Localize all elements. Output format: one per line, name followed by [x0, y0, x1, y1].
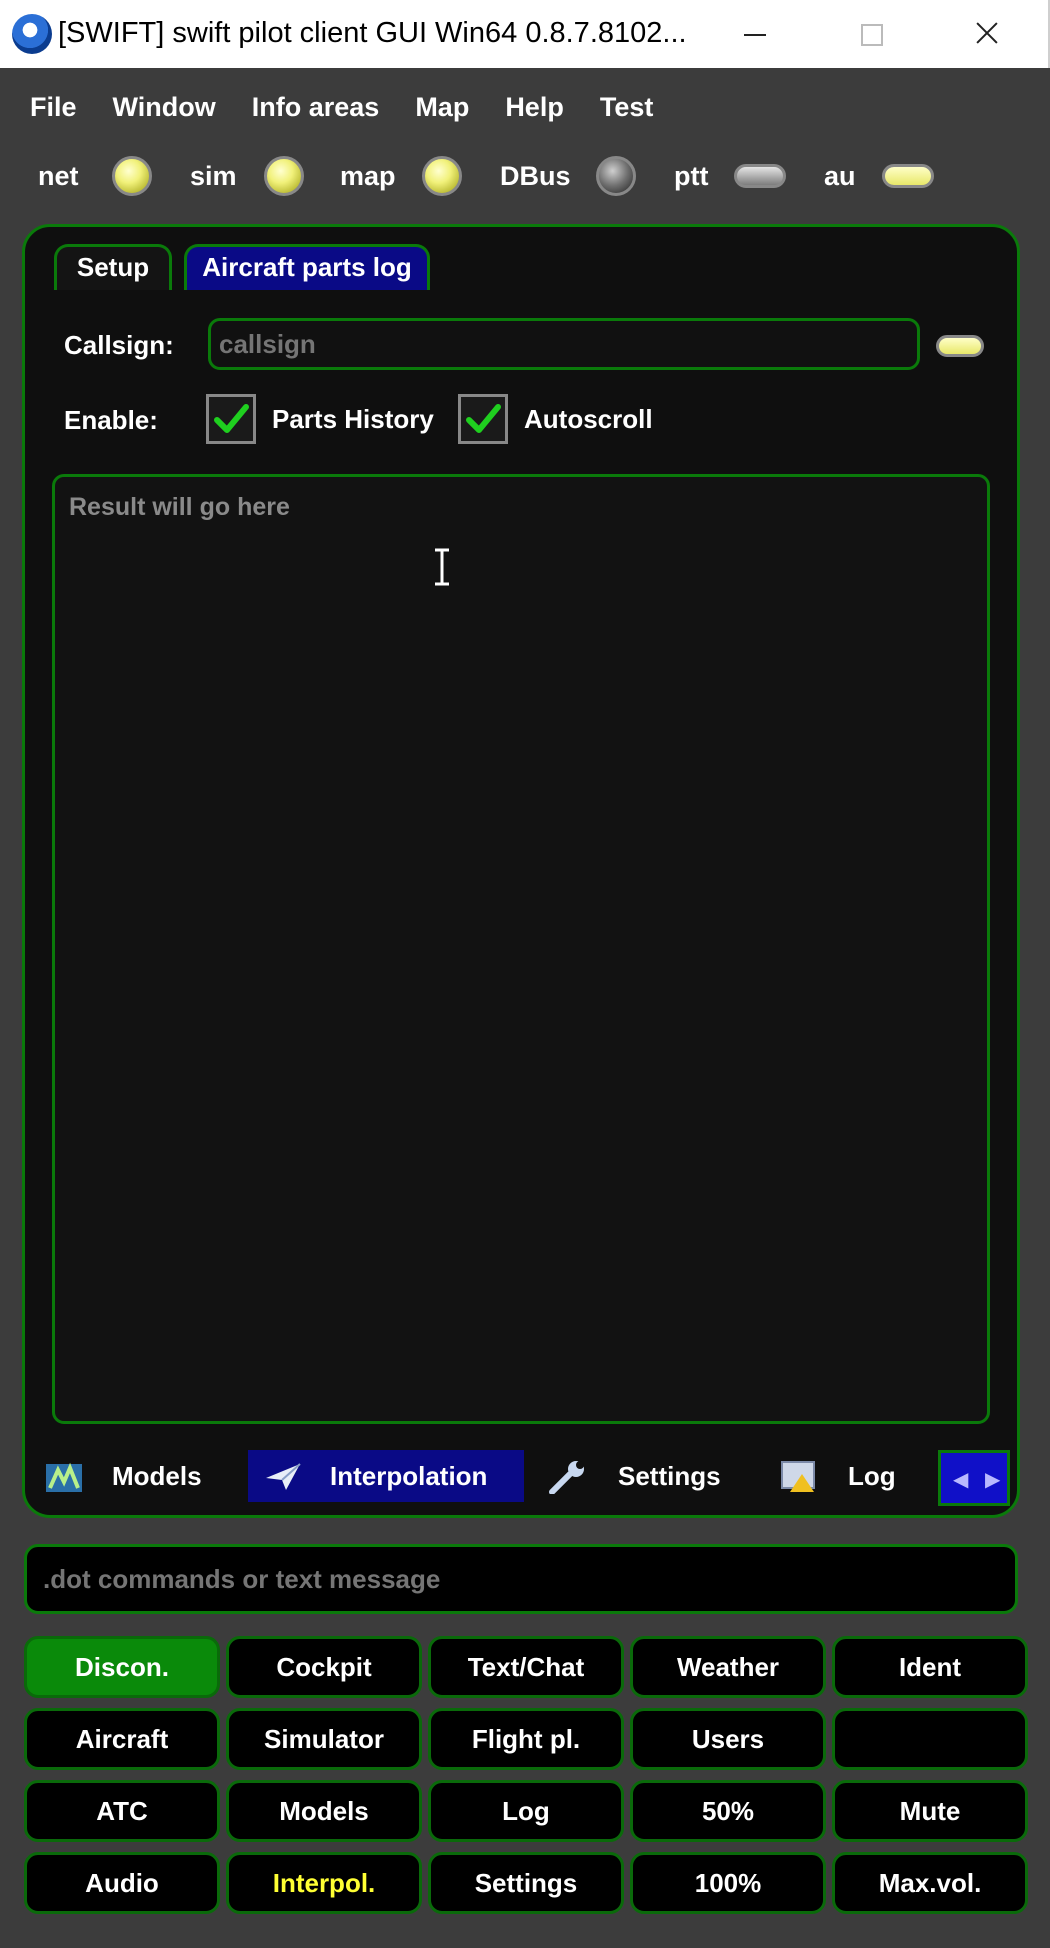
callsign-input[interactable]	[208, 318, 920, 370]
result-textarea[interactable]: Result will go here	[52, 474, 990, 1424]
scroll-right-icon[interactable]: ▶	[985, 1467, 1000, 1492]
paper-plane-icon	[266, 1463, 301, 1490]
sim-led-icon	[264, 156, 304, 196]
ident-button[interactable]: Ident	[832, 1636, 1028, 1698]
dbus-label: DBus	[500, 161, 571, 191]
dock-tab-models[interactable]: Models	[40, 1450, 220, 1502]
dock-tab-interpolation[interactable]: Interpolation	[248, 1450, 524, 1502]
swift-app-icon	[12, 14, 52, 54]
text-cursor-icon	[435, 548, 449, 586]
au-label: au	[824, 161, 856, 191]
dock-tab-settings[interactable]: Settings	[544, 1450, 744, 1502]
log-button[interactable]: Log	[428, 1780, 624, 1842]
dock-tab-settings-label: Settings	[618, 1461, 721, 1491]
mute-button[interactable]: Mute	[832, 1780, 1028, 1842]
net-label: net	[38, 161, 79, 191]
models-button[interactable]: Models	[226, 1780, 422, 1842]
enable-label: Enable:	[64, 405, 158, 435]
menu-test[interactable]: Test	[600, 92, 654, 128]
autoscroll-checkbox[interactable]	[458, 394, 508, 444]
sim-label: sim	[190, 161, 237, 191]
result-placeholder: Result will go here	[69, 493, 290, 521]
flight-plan-button[interactable]: Flight pl.	[428, 1708, 624, 1770]
volume-100-button[interactable]: 100%	[630, 1852, 826, 1914]
cockpit-button[interactable]: Cockpit	[226, 1636, 422, 1698]
close-button[interactable]	[952, 10, 1022, 58]
settings-button[interactable]: Settings	[428, 1852, 624, 1914]
dock-tab-log[interactable]: Log	[778, 1450, 928, 1502]
minimize-button[interactable]	[718, 10, 788, 58]
max-volume-button[interactable]: Max.vol.	[832, 1852, 1028, 1914]
empty-button[interactable]	[832, 1708, 1028, 1770]
menu-bar: File Window Info areas Map Help Test	[30, 92, 689, 128]
au-indicator-icon	[882, 164, 934, 188]
volume-50-button[interactable]: 50%	[630, 1780, 826, 1842]
autoscroll-label: Autoscroll	[524, 404, 653, 434]
aircraft-button[interactable]: Aircraft	[24, 1708, 220, 1770]
audio-button[interactable]: Audio	[24, 1852, 220, 1914]
parts-history-checkbox[interactable]	[206, 394, 256, 444]
log-icon	[781, 1461, 815, 1492]
ptt-label: ptt	[674, 161, 709, 191]
disconnect-button[interactable]: Discon.	[24, 1636, 220, 1698]
tab-setup[interactable]: Setup	[54, 244, 172, 290]
ptt-indicator-icon	[734, 164, 786, 188]
models-icon	[46, 1462, 82, 1492]
interpolation-button[interactable]: Interpol.	[226, 1852, 422, 1914]
dock-tab-models-label: Models	[112, 1461, 202, 1491]
maximize-button[interactable]	[836, 10, 906, 58]
atc-button[interactable]: ATC	[24, 1780, 220, 1842]
map-label: map	[340, 161, 396, 191]
checkmark-icon	[214, 404, 249, 433]
command-input[interactable]	[24, 1544, 1018, 1614]
text-chat-button[interactable]: Text/Chat	[428, 1636, 624, 1698]
menu-file[interactable]: File	[30, 92, 77, 128]
menu-window[interactable]: Window	[113, 92, 216, 128]
dbus-led-icon	[596, 156, 636, 196]
callsign-label: Callsign:	[64, 330, 174, 360]
dock-tab-scroller[interactable]: ◀ ▶	[938, 1450, 1010, 1506]
simulator-button[interactable]: Simulator	[226, 1708, 422, 1770]
net-led-icon	[112, 156, 152, 196]
dock-tab-log-label: Log	[848, 1461, 896, 1491]
title-bar: [SWIFT] swift pilot client GUI Win64 0.8…	[0, 0, 1050, 68]
map-led-icon	[422, 156, 462, 196]
menu-info-areas[interactable]: Info areas	[252, 92, 380, 128]
checkmark-icon	[466, 404, 501, 433]
tab-aircraft-parts-log[interactable]: Aircraft parts log	[184, 244, 430, 290]
callsign-status-icon	[936, 335, 984, 357]
window-title: [SWIFT] swift pilot client GUI Win64 0.8…	[58, 17, 687, 49]
scroll-left-icon[interactable]: ◀	[953, 1467, 968, 1492]
parts-history-label: Parts History	[272, 404, 434, 434]
menu-map[interactable]: Map	[415, 92, 469, 128]
wrench-icon	[549, 1461, 584, 1494]
users-button[interactable]: Users	[630, 1708, 826, 1770]
menu-help[interactable]: Help	[505, 92, 564, 128]
dock-tab-interpolation-label: Interpolation	[330, 1461, 488, 1491]
weather-button[interactable]: Weather	[630, 1636, 826, 1698]
